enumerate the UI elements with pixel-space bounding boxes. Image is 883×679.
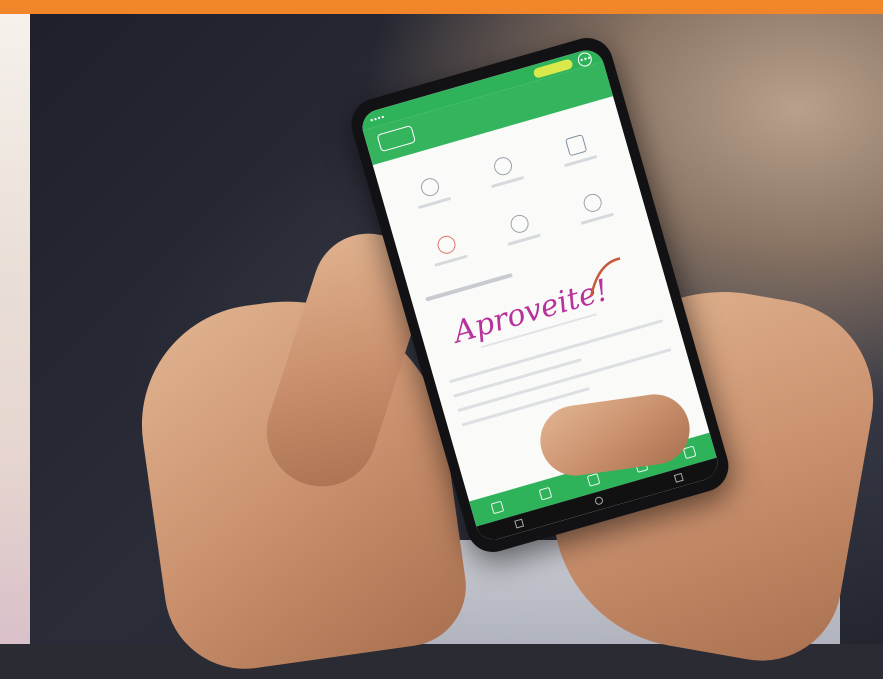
tile-label-line [563,154,598,167]
menu-tile[interactable] [537,115,618,182]
menu-tile[interactable] [480,194,561,261]
back-button-icon[interactable] [674,472,685,483]
menu-tile[interactable] [407,215,488,282]
menu-tile[interactable] [391,157,472,224]
nav-list-icon[interactable] [586,472,600,487]
menu-tile[interactable] [553,173,634,240]
tile-label-line [434,254,468,267]
orange-top-border [0,0,883,14]
app-logo[interactable] [376,124,417,153]
menu-tile[interactable] [464,136,545,203]
tile-label-line [507,233,541,246]
tile-label-line [417,196,452,209]
gift-icon [564,133,588,156]
status-icons-left: ▪▪▪▪ [368,111,387,125]
tile-label-line [490,175,525,188]
nav-home-icon[interactable] [489,500,504,514]
tile-label-line [580,212,614,225]
clock-icon [418,175,442,198]
circle-icon [491,154,515,177]
settings-icon [581,191,604,214]
recent-apps-icon[interactable] [513,518,524,529]
alert-icon [435,233,458,256]
home-button-icon[interactable] [594,495,604,506]
nav-card-icon[interactable] [538,486,552,501]
document-icon [508,212,531,235]
left-light-strip [0,14,30,644]
